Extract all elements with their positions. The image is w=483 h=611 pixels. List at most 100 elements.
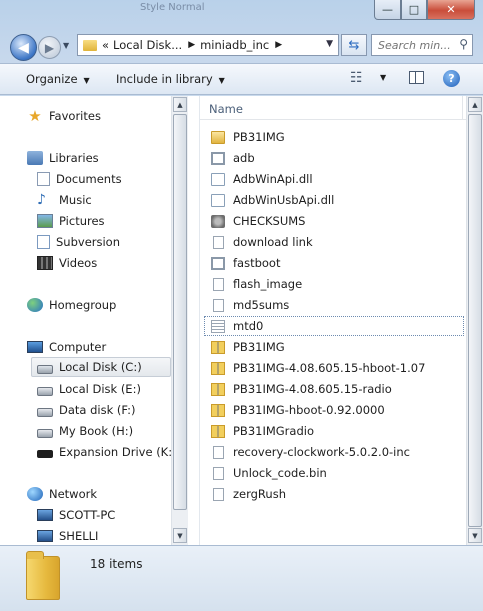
column-header-row: Name D (200, 96, 466, 120)
dll-icon (211, 193, 225, 207)
sidebar-item-shelli[interactable]: SHELLI (37, 526, 98, 545)
scroll-thumb[interactable] (173, 114, 187, 510)
search-input[interactable] (378, 36, 456, 54)
back-button[interactable]: ◀ (10, 34, 37, 61)
maximize-button[interactable]: □ (401, 0, 427, 20)
file-icon (213, 466, 224, 480)
libraries-icon (27, 151, 43, 165)
chevron-right-icon[interactable]: ▶ (275, 40, 282, 50)
sidebar-item-computer[interactable]: Computer (27, 337, 106, 357)
file-name: AdbWinApi.dll (233, 172, 313, 186)
file-row[interactable]: recovery-clockwork-5.0.2.0-inc1 (200, 442, 466, 462)
scroll-thumb[interactable] (468, 114, 482, 527)
file-row[interactable]: AdbWinUsbApi.dll8 (200, 190, 466, 210)
close-icon: ✕ (446, 3, 456, 16)
forward-button[interactable]: ▶ (38, 36, 61, 59)
search-box[interactable]: ⚲ (371, 34, 473, 56)
view-options-icon[interactable]: ☷ (350, 70, 363, 86)
sidebar-item-label: SCOTT-PC (59, 508, 116, 522)
preview-pane-icon[interactable] (409, 71, 424, 84)
scroll-up-button[interactable]: ▲ (173, 97, 187, 112)
chevron-right-icon[interactable]: ▶ (188, 40, 195, 50)
file-list-scrollbar[interactable]: ▲ ▼ (466, 96, 483, 545)
file-icon (213, 277, 224, 291)
file-row[interactable]: Unlock_code.bin1 (200, 463, 466, 483)
file-row[interactable]: PB31IMG-hboot-0.92.00008 (200, 400, 466, 420)
file-name: zergRush (233, 487, 286, 501)
file-row[interactable]: PB31IMG1 (200, 337, 466, 357)
sidebar-item-label: Local Disk (C:) (59, 360, 142, 374)
column-divider[interactable] (462, 96, 463, 120)
dll-icon (211, 172, 225, 186)
music-icon: ♪ (37, 192, 46, 208)
recent-pages-button[interactable]: ▼ (63, 41, 69, 50)
system-drive-icon (37, 364, 53, 374)
file-icon (213, 445, 224, 459)
scroll-down-button[interactable]: ▼ (468, 528, 482, 543)
breadcrumb-item[interactable]: Local Disk... (113, 38, 182, 52)
file-row[interactable]: AdbWinApi.dll8 (200, 169, 466, 189)
organize-button[interactable]: Organize ▼ (26, 72, 90, 86)
file-name: fastboot (233, 256, 281, 270)
address-bar[interactable]: « Local Disk... ▶ miniadb_inc ▶ ▼ (77, 34, 339, 56)
file-row[interactable]: flash_image8 (200, 274, 466, 294)
navigation-pane-scrollbar[interactable]: ▲ ▼ (171, 96, 188, 545)
zip-icon (211, 361, 225, 375)
sidebar-item-local-disk-e[interactable]: Local Disk (E:) (37, 379, 141, 399)
file-row[interactable]: PB31IMG-4.08.605.15-hboot-1.077 (200, 358, 466, 378)
file-name: PB31IMG (233, 340, 285, 354)
sidebar-item-scott-pc[interactable]: SCOTT-PC (37, 505, 115, 525)
sidebar-item-videos[interactable]: Videos (37, 253, 97, 273)
file-row[interactable]: PB31IMG7 (200, 127, 466, 147)
file-row[interactable]: CHECKSUMS9 (200, 211, 466, 231)
sidebar-item-pictures[interactable]: Pictures (37, 211, 105, 231)
sidebar-item-favorites[interactable]: ★ Favorites (27, 106, 101, 126)
breadcrumb-item[interactable]: miniadb_inc (200, 38, 269, 52)
include-in-library-button[interactable]: Include in library ▼ (116, 72, 225, 86)
close-button[interactable]: ✕ (427, 0, 475, 20)
help-icon[interactable]: ? (443, 70, 460, 87)
breadcrumb-overflow[interactable]: « (102, 38, 109, 52)
scroll-down-button[interactable]: ▼ (173, 528, 187, 543)
refresh-button[interactable]: ⇆ (341, 34, 367, 56)
sidebar-item-homegroup[interactable]: Homegroup (27, 295, 116, 315)
sidebar-item-label: Homegroup (49, 298, 117, 312)
sidebar-item-my-book-h[interactable]: My Book (H:) (37, 421, 133, 441)
chevron-down-icon[interactable]: ▼ (380, 73, 386, 82)
file-row[interactable]: adb8 (200, 148, 466, 168)
address-dropdown-icon[interactable]: ▼ (326, 39, 333, 49)
computer-icon (27, 341, 43, 353)
file-row[interactable]: download link1 (200, 232, 466, 252)
file-row[interactable]: mtd07 (200, 316, 466, 336)
sidebar-item-documents[interactable]: Documents (37, 169, 122, 189)
homegroup-icon (27, 298, 43, 312)
network-computer-icon (37, 509, 53, 521)
zip-icon (211, 340, 225, 354)
sidebar-item-music[interactable]: ♪ Music (37, 190, 92, 210)
file-icon (213, 487, 224, 501)
sidebar-item-data-disk-f[interactable]: Data disk (F:) (37, 400, 136, 420)
sidebar-item-local-disk-c[interactable]: Local Disk (C:) (31, 357, 171, 377)
sidebar-item-subversion[interactable]: Subversion (37, 232, 120, 252)
minimize-button[interactable]: — (374, 0, 401, 20)
sidebar-item-libraries[interactable]: Libraries (27, 148, 99, 168)
file-name: PB31IMG-4.08.605.15-radio (233, 382, 392, 396)
column-header-name[interactable]: Name (209, 102, 243, 116)
sidebar-item-expansion-drive-k[interactable]: Expansion Drive (K:) (37, 442, 171, 462)
organize-label: Organize (26, 72, 78, 86)
file-row[interactable]: PB31IMG-4.08.605.15-radio8 (200, 379, 466, 399)
file-row[interactable]: zergRush1 (200, 484, 466, 504)
file-name: adb (233, 151, 255, 165)
sidebar-item-network[interactable]: Network (27, 484, 97, 504)
file-row[interactable]: md5sums8 (200, 295, 466, 315)
search-icon[interactable]: ⚲ (459, 37, 468, 51)
file-row[interactable]: fastboot8 (200, 253, 466, 273)
exe-icon (211, 151, 225, 165)
pane-splitter[interactable] (188, 96, 200, 545)
zip-icon (211, 382, 225, 396)
navigation-pane: ★ Favorites Libraries Documents ♪ Music Pi… (0, 96, 171, 545)
details-pane: 18 items (0, 545, 483, 611)
file-row[interactable]: PB31IMGradio5 (200, 421, 466, 441)
sidebar-item-label: Libraries (49, 151, 99, 165)
scroll-up-button[interactable]: ▲ (468, 97, 482, 112)
